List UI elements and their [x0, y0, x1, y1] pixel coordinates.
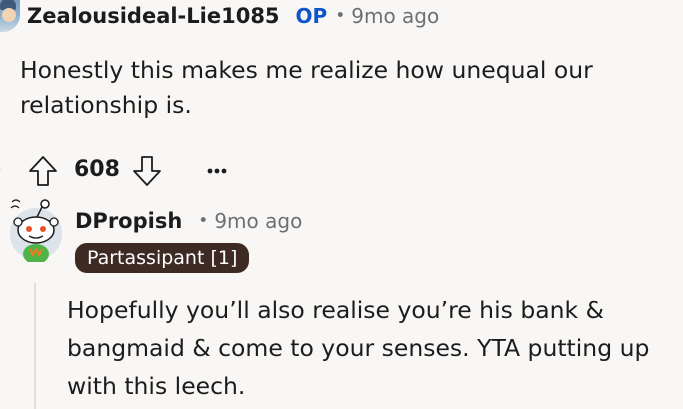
thread-line[interactable] [34, 283, 36, 409]
separator-dot: • [335, 6, 346, 26]
separator-dot: • [198, 211, 209, 231]
avatar[interactable] [0, 0, 20, 32]
more-horizontal-icon[interactable] [206, 160, 228, 182]
arrow-down-icon[interactable] [130, 154, 164, 188]
avatar-face [2, 8, 16, 22]
avatar-edge-icon [0, 168, 1, 170]
reply-timestamp[interactable]: 9mo ago [214, 209, 302, 233]
user-flair: Partassipant [1] [75, 243, 250, 273]
reply-meta: DPropish • 9mo ago [75, 206, 302, 236]
comment-body: Honestly this makes me realize how unequ… [20, 56, 593, 119]
vote-score: 608 [74, 157, 120, 182]
reply-body: Hopefully you’ll also realise you’re his… [67, 296, 650, 400]
comment-thread: Zealousideal-Lie1085 OP • 9mo ago Honest… [0, 0, 683, 409]
reply-author[interactable]: DPropish [75, 209, 182, 233]
comment-meta: Zealousideal-Lie1085 OP • 9mo ago [27, 2, 439, 30]
comment-timestamp[interactable]: 9mo ago [351, 4, 439, 28]
op-badge: OP [295, 4, 328, 28]
arrow-up-icon[interactable] [26, 154, 60, 188]
comment-author[interactable]: Zealousideal-Lie1085 [27, 4, 280, 28]
snoo-avatar-icon[interactable] [7, 196, 66, 262]
